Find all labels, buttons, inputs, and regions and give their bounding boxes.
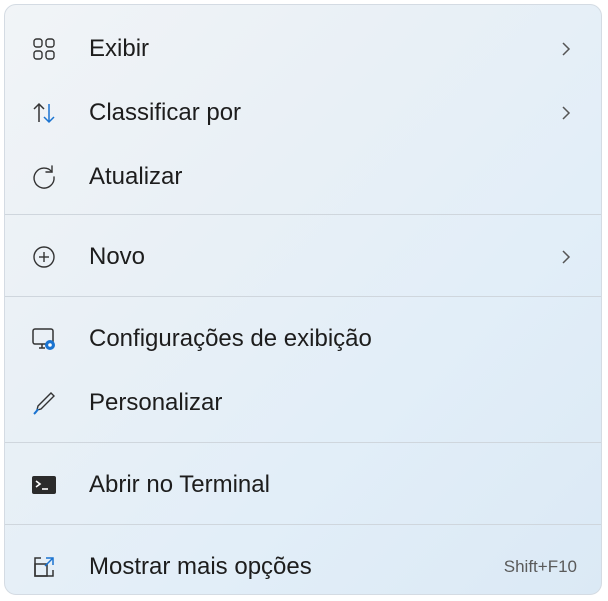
open-external-icon <box>31 554 57 580</box>
menu-item-atualizar[interactable]: Atualizar <box>13 147 593 207</box>
menu-separator <box>5 214 601 215</box>
terminal-icon <box>31 472 57 498</box>
sort-arrows-icon <box>31 100 57 126</box>
menu-separator <box>5 296 601 297</box>
menu-item-label: Atualizar <box>89 163 183 190</box>
menu-item-label: Novo <box>89 243 146 270</box>
menu-item-configuracoes-de-exibicao[interactable]: Configurações de exibição <box>13 309 593 369</box>
menu-item-novo[interactable]: Novo <box>13 227 593 287</box>
menu-separator <box>5 524 601 525</box>
menu-item-mostrar-mais-opcoes[interactable]: Mostrar mais opções Shift+F10 <box>13 537 593 594</box>
display-settings-icon <box>31 326 57 352</box>
grid-view-icon <box>31 36 57 62</box>
menu-item-label: Exibir <box>89 35 150 62</box>
pen-brush-icon <box>31 390 57 416</box>
refresh-icon <box>31 164 57 190</box>
menu-item-label: Mostrar mais opções <box>89 553 312 580</box>
menu-item-classificar-por[interactable]: Classificar por <box>13 83 593 143</box>
keyboard-shortcut: Shift+F10 <box>503 557 577 576</box>
menu-item-personalizar[interactable]: Personalizar <box>13 373 593 433</box>
menu-item-label: Classificar por <box>89 99 242 126</box>
context-menu: Exibir Classificar por Atualizar Novo Co… <box>4 4 602 595</box>
add-circle-icon <box>31 244 57 270</box>
menu-item-label: Personalizar <box>89 389 223 416</box>
menu-item-label: Configurações de exibição <box>89 325 372 352</box>
chevron-right-icon <box>562 106 571 120</box>
menu-item-exibir[interactable]: Exibir <box>13 19 593 79</box>
chevron-right-icon <box>562 42 571 56</box>
chevron-right-icon <box>562 250 571 264</box>
menu-item-label: Abrir no Terminal <box>89 471 270 498</box>
menu-item-abrir-no-terminal[interactable]: Abrir no Terminal <box>13 455 593 515</box>
menu-separator <box>5 442 601 443</box>
